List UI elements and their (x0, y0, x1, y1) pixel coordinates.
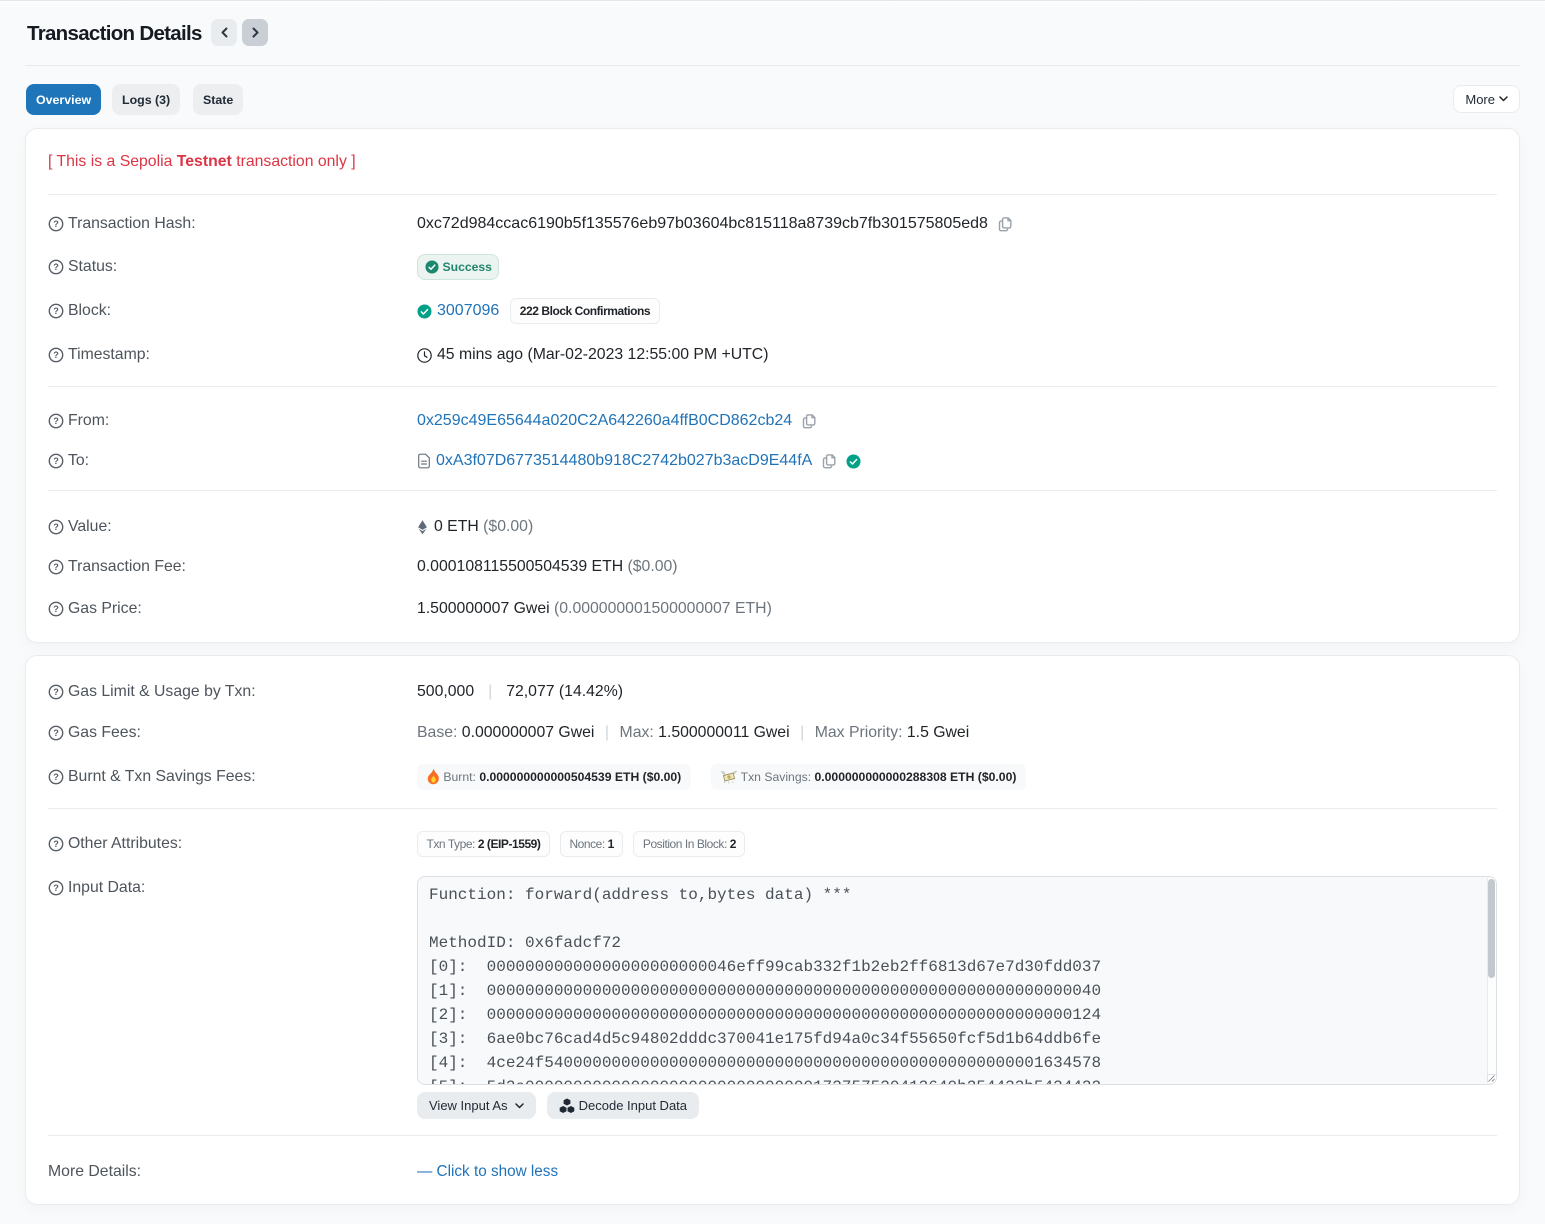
svg-text:?: ? (53, 522, 59, 532)
svg-text:?: ? (53, 604, 59, 614)
svg-text:?: ? (53, 772, 59, 782)
svg-text:?: ? (53, 456, 59, 466)
svg-text:?: ? (53, 839, 59, 849)
svg-text:?: ? (53, 687, 59, 697)
svg-text:?: ? (53, 350, 59, 360)
svg-text:?: ? (53, 219, 59, 229)
svg-text:?: ? (53, 728, 59, 738)
svg-text:?: ? (53, 562, 59, 572)
svg-text:?: ? (53, 883, 59, 893)
svg-text:?: ? (53, 416, 59, 426)
svg-text:?: ? (53, 306, 59, 316)
svg-text:?: ? (53, 262, 59, 272)
